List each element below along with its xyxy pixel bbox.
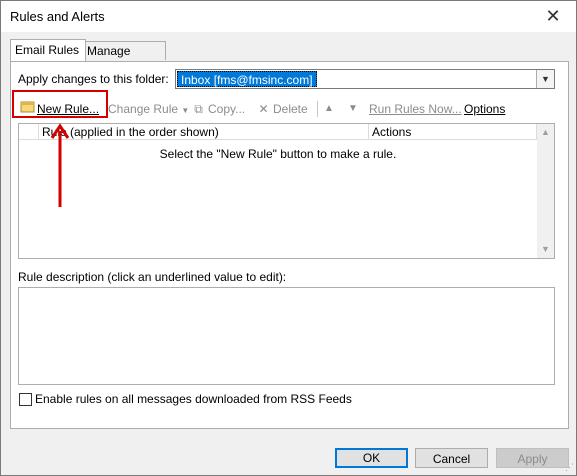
folder-label: Apply changes to this folder:: [18, 72, 169, 86]
scroll-down-icon[interactable]: ▼: [537, 241, 554, 258]
move-down-icon: ▼: [348, 103, 358, 114]
move-down-button[interactable]: ▼: [348, 100, 358, 118]
rule-description-label: Rule description (click an underlined va…: [18, 270, 287, 284]
rules-list-scrollbar[interactable]: ▲ ▼: [537, 124, 554, 258]
rules-empty-message: Select the "New Rule" button to make a r…: [159, 147, 397, 161]
column-header-rule[interactable]: Rule (applied in the order shown): [39, 124, 369, 140]
copy-button[interactable]: ⧉ Copy...: [191, 100, 245, 118]
close-button[interactable]: ✕: [530, 1, 576, 32]
delete-icon: ✕: [258, 102, 269, 116]
delete-button[interactable]: ✕ Delete: [256, 100, 308, 118]
options-label: Options: [464, 102, 506, 116]
highlight-box: [12, 90, 108, 118]
title-bar: Rules and Alerts ✕: [1, 1, 576, 32]
red-arrow-annotation: [50, 123, 70, 207]
column-header-checkbox[interactable]: [19, 124, 39, 140]
move-up-button[interactable]: ▲: [324, 100, 334, 118]
cancel-button[interactable]: Cancel: [415, 448, 488, 468]
options-button[interactable]: Options: [464, 100, 505, 118]
scroll-up-icon[interactable]: ▲: [537, 124, 554, 141]
rule-description-box[interactable]: [18, 287, 555, 385]
rules-list[interactable]: Rule (applied in the order shown) Action…: [18, 123, 555, 259]
column-header-actions[interactable]: Actions: [369, 124, 537, 140]
tab-email-rules[interactable]: Email Rules: [10, 39, 86, 61]
change-rule-label: Change Rule: [108, 102, 179, 116]
apply-button[interactable]: Apply: [496, 448, 569, 468]
copy-icon: ⧉: [194, 102, 203, 116]
run-rules-now-button[interactable]: Run Rules Now...: [369, 100, 462, 118]
chevron-down-icon[interactable]: ▼: [536, 70, 554, 88]
rss-checkbox-label[interactable]: Enable rules on all messages downloaded …: [35, 392, 352, 406]
delete-label: Delete: [273, 102, 308, 116]
rss-checkbox[interactable]: [19, 393, 32, 406]
rules-and-alerts-dialog: Rules and Alerts ✕ Email Rules Manage Al…: [0, 0, 577, 476]
ok-button[interactable]: OK: [335, 448, 408, 468]
change-rule-dropdown-icon: ▼: [181, 106, 190, 115]
folder-selected-value: Inbox [fms@fmsinc.com]: [177, 71, 317, 87]
move-up-icon: ▲: [324, 103, 334, 114]
change-rule-button[interactable]: Change Rule ▼: [108, 100, 189, 118]
resize-grip-icon[interactable]: ⋰: [565, 462, 574, 473]
window-title: Rules and Alerts: [10, 9, 105, 24]
tab-manage-alerts[interactable]: Manage Alerts: [82, 41, 166, 76]
folder-dropdown[interactable]: Inbox [fms@fmsinc.com] ▼: [175, 69, 555, 89]
toolbar-separator: [317, 101, 318, 117]
copy-label: Copy...: [208, 102, 246, 116]
run-rules-now-label: Run Rules Now...: [369, 102, 462, 116]
